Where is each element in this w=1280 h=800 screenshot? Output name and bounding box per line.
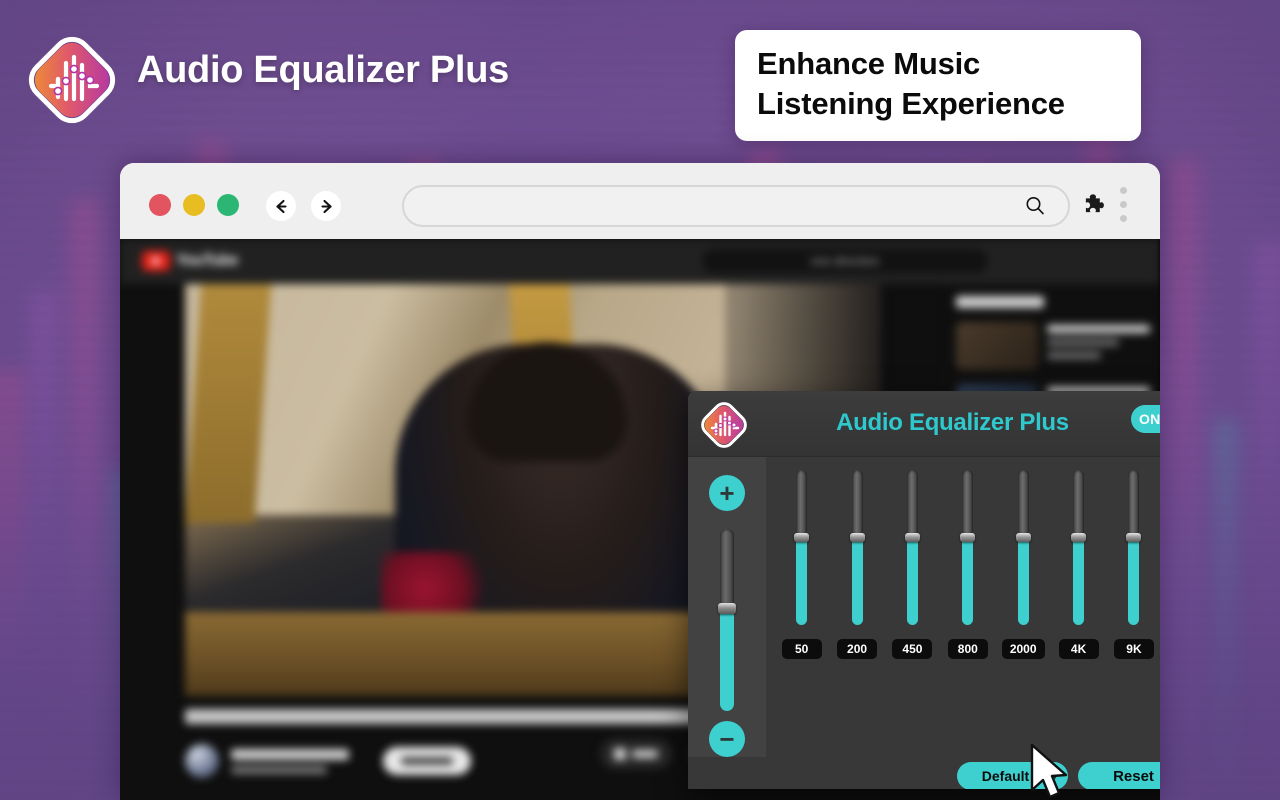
frequency-band: 50: [774, 457, 829, 757]
band-slider-fill: [1073, 538, 1085, 625]
band-slider-fill: [1017, 538, 1029, 625]
band-frequency-label: 2000: [1001, 639, 1045, 659]
three-dot-menu-icon[interactable]: [1120, 187, 1127, 222]
frequency-band: 450: [885, 457, 940, 757]
puzzle-piece-icon[interactable]: [1081, 189, 1111, 221]
tagline-card: Enhance Music Listening Experience: [735, 30, 1141, 142]
youtube-search-box[interactable]: one direction: [700, 247, 990, 275]
band-slider[interactable]: [794, 470, 810, 625]
band-slider-fill: [962, 538, 974, 625]
tagline-line-2: Listening Experience: [757, 85, 1065, 121]
frequency-band: 4K: [1051, 457, 1106, 757]
band-slider-thumb[interactable]: [1126, 533, 1142, 543]
tagline-line-1: Enhance Music: [757, 46, 981, 81]
volume-decrease-button[interactable]: −: [709, 721, 745, 757]
preset-selected-value: Default: [981, 768, 1030, 784]
youtube-header: YouTube one direction: [120, 239, 1160, 284]
reset-button[interactable]: Reset: [1078, 762, 1160, 789]
volume-slider-fill: [720, 609, 734, 711]
frequency-band: 2000: [996, 457, 1051, 757]
channel-name: [231, 748, 349, 760]
frequency-band-list: 5020045080020004K9K14K: [774, 457, 1160, 757]
equalizer-body: + − 5020045080020004K9K14K: [688, 457, 1160, 789]
band-frequency-label: 4K: [1058, 639, 1099, 659]
band-slider-fill: [906, 538, 918, 625]
frequency-band: 800: [940, 457, 995, 757]
search-icon[interactable]: [1024, 195, 1046, 217]
arrow-left-icon: [275, 199, 287, 213]
band-slider-thumb[interactable]: [904, 533, 920, 543]
frequency-band: 9K: [1106, 457, 1160, 757]
youtube-play-icon: [142, 251, 170, 271]
volume-slider[interactable]: [718, 529, 736, 711]
power-toggle-label: ON: [1139, 411, 1160, 427]
volume-increase-button[interactable]: +: [709, 475, 745, 511]
avatar: [185, 744, 219, 778]
chevron-down-icon: ▼: [1049, 770, 1061, 782]
like-button[interactable]: [600, 739, 672, 769]
promo-stage: Audio Equalizer Plus Enhance Music Liste…: [0, 0, 1280, 800]
address-input[interactable]: [420, 198, 1024, 214]
frequency-band: 200: [829, 457, 884, 757]
power-toggle[interactable]: ON: [1131, 405, 1160, 433]
browser-toolbar: [120, 163, 1160, 239]
band-frequency-label: 200: [837, 639, 878, 659]
band-slider-thumb[interactable]: [794, 533, 810, 543]
band-frequency-label: 450: [892, 639, 933, 659]
preset-dropdown[interactable]: Default ▼ DefaultMonoHipHopLatinNotch: [957, 762, 1068, 789]
minus-icon: −: [719, 724, 735, 754]
subscribe-button[interactable]: [383, 747, 471, 775]
youtube-wordmark: YouTube: [176, 252, 238, 269]
channel-row: [185, 744, 471, 778]
list-item[interactable]: [956, 322, 1150, 370]
preset-select-trigger[interactable]: Default ▼: [957, 762, 1068, 789]
minimize-window-button[interactable]: [183, 194, 205, 216]
band-slider-fill: [796, 538, 808, 625]
address-bar[interactable]: [402, 185, 1070, 227]
band-slider-thumb[interactable]: [849, 533, 865, 543]
equalizer-extension-popup: Audio Equalizer Plus ON + − 50 200 450 8…: [688, 391, 1160, 789]
window-traffic-lights: [149, 194, 239, 216]
arrow-right-icon: [320, 199, 332, 213]
back-button[interactable]: [266, 191, 296, 221]
band-slider[interactable]: [849, 470, 865, 625]
equalizer-header: Audio Equalizer Plus ON: [688, 391, 1160, 457]
band-slider-fill: [1128, 538, 1140, 625]
band-slider-thumb[interactable]: [1071, 533, 1087, 543]
equalizer-title: Audio Equalizer Plus: [836, 409, 1069, 436]
subscriber-count: [231, 765, 327, 774]
band-slider[interactable]: [1071, 470, 1087, 625]
band-slider[interactable]: [1015, 470, 1031, 625]
band-slider-fill: [851, 538, 863, 625]
sidebar-heading: [956, 296, 1044, 308]
forward-button[interactable]: [311, 191, 341, 221]
close-window-button[interactable]: [149, 194, 171, 216]
band-frequency-label: 9K: [1113, 639, 1154, 659]
plus-icon: +: [719, 478, 735, 508]
promo-title: Audio Equalizer Plus: [137, 49, 509, 91]
volume-column: + −: [688, 457, 766, 757]
band-slider-thumb[interactable]: [960, 533, 976, 543]
band-slider[interactable]: [960, 470, 976, 625]
band-frequency-label: 800: [947, 639, 988, 659]
volume-slider-thumb[interactable]: [718, 603, 736, 615]
maximize-window-button[interactable]: [217, 194, 239, 216]
band-slider[interactable]: [1126, 470, 1142, 625]
equalizer-waveform-logo: [27, 33, 117, 127]
video-title: [185, 709, 705, 726]
band-slider[interactable]: [904, 470, 920, 625]
equalizer-controls: Default ▼ DefaultMonoHipHopLatinNotch Re…: [688, 757, 1160, 789]
band-frequency-label: 50: [781, 639, 822, 659]
band-slider-thumb[interactable]: [1015, 533, 1031, 543]
youtube-logo[interactable]: YouTube: [142, 251, 238, 271]
browser-window: YouTube one direction Audio Equalizer Pl…: [120, 163, 1160, 800]
